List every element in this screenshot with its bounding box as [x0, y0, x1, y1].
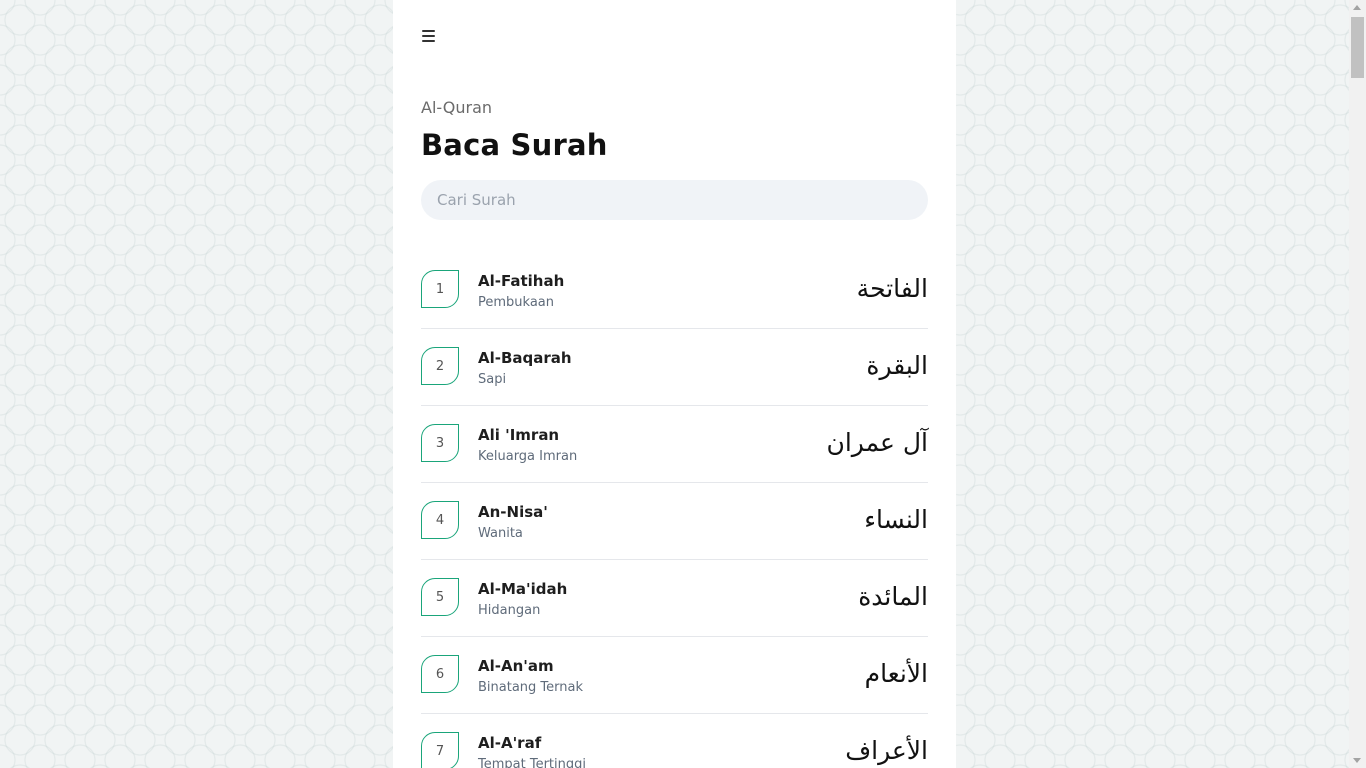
- surah-meaning: Hidangan: [478, 603, 541, 618]
- surah-name: Al-Baqarah: [478, 349, 572, 367]
- surah-row[interactable]: 7 Al-A'raf Tempat Tertinggi الأعراف: [421, 714, 928, 768]
- surah-meaning: Pembukaan: [478, 295, 555, 310]
- menu-line: [422, 35, 435, 37]
- scroll-down-icon[interactable]: [1353, 758, 1361, 763]
- page-scrollbar[interactable]: [1349, 0, 1366, 768]
- menu-line: [422, 30, 435, 32]
- surah-row[interactable]: 6 Al-An'am Binatang Ternak الأنعام: [421, 637, 928, 714]
- surah-row[interactable]: 5 Al-Ma'idah Hidangan المائدة: [421, 560, 928, 637]
- page-subtitle: Al-Quran: [421, 98, 493, 117]
- surah-arabic-name: الأعراف: [845, 736, 928, 765]
- surah-meaning: Sapi: [478, 372, 507, 387]
- surah-number-badge: 5: [421, 578, 459, 616]
- hamburger-menu-icon[interactable]: [421, 26, 437, 46]
- surah-number-badge: 1: [421, 270, 459, 308]
- scroll-up-icon[interactable]: [1353, 5, 1361, 10]
- surah-arabic-name: البقرة: [866, 351, 928, 380]
- surah-row[interactable]: 3 Ali 'Imran Keluarga Imran آل عمران: [421, 406, 928, 483]
- surah-arabic-name: آل عمران: [826, 428, 928, 457]
- menu-line: [422, 40, 435, 42]
- search-input[interactable]: [421, 180, 928, 220]
- surah-list: 1 Al-Fatihah Pembukaan الفاتحة 2 Al-Baqa…: [421, 252, 928, 768]
- surah-number-badge: 2: [421, 347, 459, 385]
- page-title: Baca Surah: [421, 128, 608, 162]
- surah-arabic-name: الفاتحة: [856, 274, 928, 303]
- surah-name: An-Nisa': [478, 503, 548, 521]
- surah-arabic-name: الأنعام: [864, 659, 928, 688]
- surah-meaning: Wanita: [478, 526, 523, 541]
- surah-row[interactable]: 2 Al-Baqarah Sapi البقرة: [421, 329, 928, 406]
- surah-number-badge: 6: [421, 655, 459, 693]
- surah-number-badge: 7: [421, 732, 459, 768]
- surah-row[interactable]: 1 Al-Fatihah Pembukaan الفاتحة: [421, 252, 928, 329]
- surah-name: Al-An'am: [478, 657, 554, 675]
- surah-number-badge: 3: [421, 424, 459, 462]
- surah-name: Ali 'Imran: [478, 426, 560, 444]
- surah-meaning: Tempat Tertinggi: [478, 757, 586, 768]
- surah-row[interactable]: 4 An-Nisa' Wanita النساء: [421, 483, 928, 560]
- surah-meaning: Binatang Ternak: [478, 680, 584, 695]
- surah-name: Al-Fatihah: [478, 272, 565, 290]
- surah-name: Al-Ma'idah: [478, 580, 568, 598]
- surah-arabic-name: المائدة: [858, 582, 928, 611]
- surah-meaning: Keluarga Imran: [478, 449, 578, 464]
- surah-number-badge: 4: [421, 501, 459, 539]
- surah-arabic-name: النساء: [864, 505, 928, 534]
- main-panel: Al-Quran Baca Surah 1 Al-Fatihah Pembuka…: [393, 0, 956, 768]
- surah-name: Al-A'raf: [478, 734, 542, 752]
- scrollbar-thumb[interactable]: [1351, 17, 1364, 78]
